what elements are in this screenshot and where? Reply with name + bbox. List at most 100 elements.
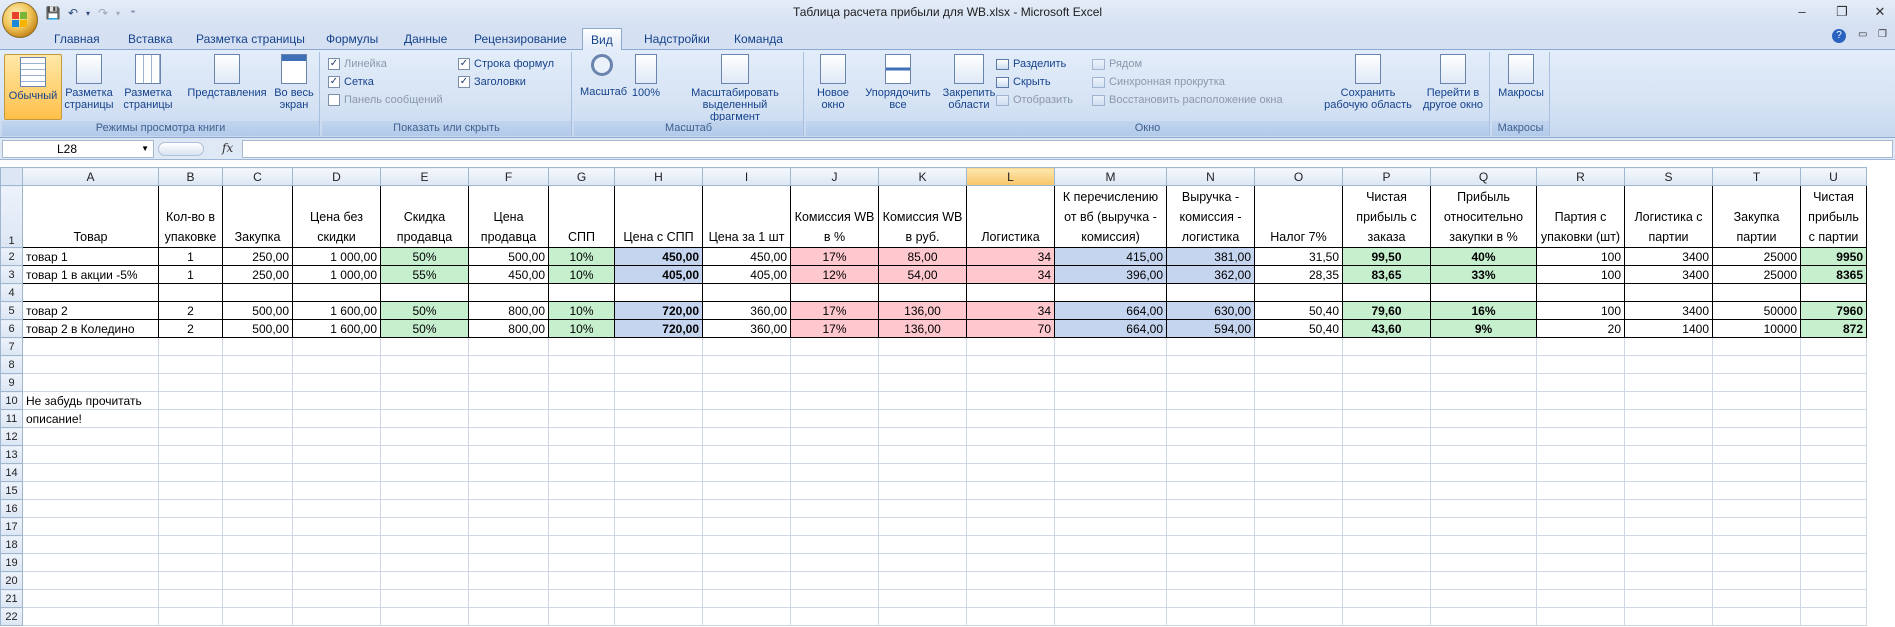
hide-button[interactable]: Скрыть: [996, 76, 1051, 88]
split-button[interactable]: Разделить: [996, 58, 1066, 70]
table-cell[interactable]: 720,00: [614, 301, 703, 320]
empty-cell[interactable]: [702, 607, 791, 626]
row-header[interactable]: 18: [0, 535, 23, 554]
table-cell[interactable]: 250,00: [222, 247, 293, 266]
empty-cell[interactable]: [548, 283, 615, 302]
tab-view[interactable]: Вид: [582, 28, 622, 50]
empty-cell[interactable]: [292, 499, 381, 518]
table-cell[interactable]: 8365: [1800, 265, 1867, 284]
empty-cell[interactable]: [158, 607, 223, 626]
empty-cell[interactable]: [1430, 589, 1537, 608]
table-cell[interactable]: 2: [158, 319, 223, 338]
column-header[interactable]: S: [1624, 167, 1713, 186]
tab-formulas[interactable]: Формулы: [318, 28, 386, 50]
empty-cell[interactable]: [1624, 499, 1713, 518]
side-by-side-button[interactable]: Рядом: [1092, 58, 1142, 70]
column-header[interactable]: I: [702, 167, 791, 186]
empty-cell[interactable]: [1342, 535, 1431, 554]
empty-cell[interactable]: [1800, 589, 1867, 608]
empty-cell[interactable]: [548, 409, 615, 428]
table-cell[interactable]: 12%: [790, 265, 879, 284]
column-header[interactable]: A: [22, 167, 159, 186]
empty-cell[interactable]: [548, 355, 615, 374]
empty-cell[interactable]: [1166, 391, 1255, 410]
empty-cell[interactable]: [1712, 337, 1801, 356]
empty-cell[interactable]: [548, 337, 615, 356]
empty-cell[interactable]: [1254, 571, 1343, 590]
empty-cell[interactable]: [790, 535, 879, 554]
empty-cell[interactable]: [222, 409, 293, 428]
empty-cell[interactable]: [614, 373, 703, 392]
row-header[interactable]: 5: [0, 301, 23, 320]
empty-cell[interactable]: [1800, 427, 1867, 446]
empty-cell[interactable]: [468, 373, 549, 392]
empty-cell[interactable]: [1054, 409, 1167, 428]
empty-cell[interactable]: [1430, 355, 1537, 374]
empty-cell[interactable]: [1430, 373, 1537, 392]
empty-cell[interactable]: [614, 445, 703, 464]
table-cell[interactable]: 872: [1800, 319, 1867, 338]
empty-cell[interactable]: [614, 283, 703, 302]
empty-cell[interactable]: [222, 499, 293, 518]
table-cell[interactable]: 500,00: [468, 247, 549, 266]
new-window-button[interactable]: Новое окно: [810, 54, 856, 111]
empty-cell[interactable]: [468, 571, 549, 590]
empty-cell[interactable]: [468, 283, 549, 302]
empty-cell[interactable]: [1254, 499, 1343, 518]
row-header[interactable]: 17: [0, 517, 23, 536]
empty-cell[interactable]: [548, 517, 615, 536]
empty-cell[interactable]: [468, 445, 549, 464]
empty-cell[interactable]: [380, 355, 469, 374]
empty-cell[interactable]: [614, 553, 703, 572]
table-cell[interactable]: 362,00: [1166, 265, 1255, 284]
empty-cell[interactable]: [790, 571, 879, 590]
empty-cell[interactable]: [878, 445, 967, 464]
row-header[interactable]: 13: [0, 445, 23, 464]
header-cell[interactable]: Логистика: [966, 185, 1055, 248]
message-bar-checkbox[interactable]: Панель сообщений: [328, 94, 443, 106]
empty-cell[interactable]: [1054, 481, 1167, 500]
empty-cell[interactable]: [548, 463, 615, 482]
empty-cell[interactable]: [548, 553, 615, 572]
empty-cell[interactable]: [548, 535, 615, 554]
empty-cell[interactable]: [548, 427, 615, 446]
empty-cell[interactable]: [1800, 481, 1867, 500]
empty-cell[interactable]: [1430, 553, 1537, 572]
empty-cell[interactable]: [468, 517, 549, 536]
macros-button[interactable]: Макросы: [1496, 54, 1546, 99]
empty-cell[interactable]: [1054, 553, 1167, 572]
empty-cell[interactable]: [1800, 571, 1867, 590]
header-cell[interactable]: Цена без скидки: [292, 185, 381, 248]
table-cell[interactable]: 99,50: [1342, 247, 1431, 266]
normal-view-button[interactable]: Обычный: [4, 54, 62, 120]
empty-cell[interactable]: [1536, 409, 1625, 428]
empty-cell[interactable]: [614, 517, 703, 536]
column-header[interactable]: F: [468, 167, 549, 186]
empty-cell[interactable]: [1712, 409, 1801, 428]
tab-addins[interactable]: Надстройки: [636, 28, 718, 50]
empty-cell[interactable]: [22, 373, 159, 392]
empty-cell[interactable]: [380, 553, 469, 572]
empty-cell[interactable]: [1054, 499, 1167, 518]
column-header[interactable]: R: [1536, 167, 1625, 186]
tab-team[interactable]: Команда: [726, 28, 791, 50]
empty-cell[interactable]: [292, 445, 381, 464]
table-cell[interactable]: 405,00: [614, 265, 703, 284]
empty-cell[interactable]: [292, 427, 381, 446]
empty-cell[interactable]: [1054, 373, 1167, 392]
empty-cell[interactable]: [1254, 337, 1343, 356]
empty-cell[interactable]: [966, 571, 1055, 590]
table-cell[interactable]: 54,00: [878, 265, 967, 284]
table-cell[interactable]: 381,00: [1166, 247, 1255, 266]
empty-cell[interactable]: [1166, 589, 1255, 608]
table-cell[interactable]: 630,00: [1166, 301, 1255, 320]
empty-cell[interactable]: [1166, 517, 1255, 536]
empty-cell[interactable]: [1430, 571, 1537, 590]
empty-cell[interactable]: [1712, 571, 1801, 590]
row-header[interactable]: 12: [0, 427, 23, 446]
restore-button[interactable]: ❐: [1827, 3, 1857, 21]
empty-cell[interactable]: [1624, 463, 1713, 482]
empty-cell[interactable]: [966, 409, 1055, 428]
arrange-all-button[interactable]: Упорядочить все: [858, 54, 938, 111]
empty-cell[interactable]: [878, 337, 967, 356]
